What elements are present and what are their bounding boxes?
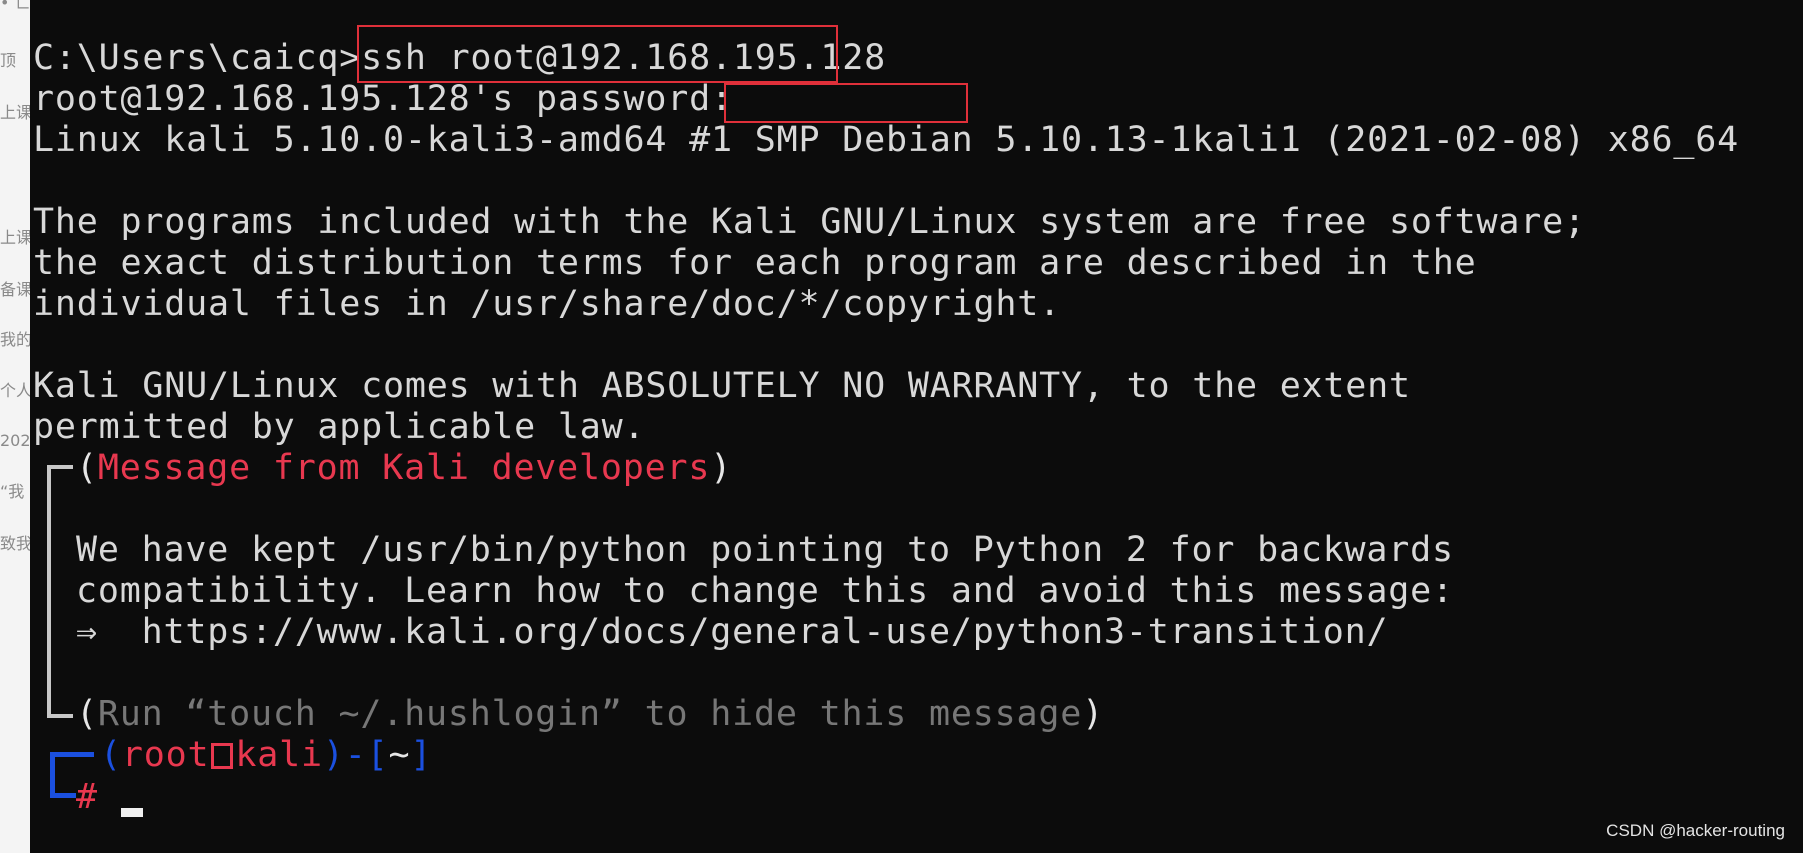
terminal-window[interactable]: C:\Users\caicq>ssh root@192.168.195.128 … — [30, 0, 1803, 853]
message-title: Message from Kali developers — [97, 448, 711, 488]
warranty-line: permitted by applicable law. — [33, 407, 646, 447]
cmd-prompt: C:\Users\caicq> — [33, 38, 362, 78]
prompt-frame-top — [50, 752, 94, 757]
prompt-dir-open: [ — [366, 735, 389, 775]
skull-glyph-icon — [211, 743, 234, 769]
prompt-dir-close: ] — [410, 735, 433, 775]
background-text-fragment: 我的 — [0, 331, 30, 349]
message-paren-open: ( — [76, 448, 98, 488]
hush-paren-open: ( — [76, 694, 98, 734]
watermark: CSDN @hacker-routing — [1606, 821, 1785, 840]
arrow-icon: ⇒ — [76, 612, 98, 652]
hushlogin-hint: Run “touch ~/.hushlogin” to hide this me… — [97, 694, 1083, 734]
prompt-host: kali — [235, 735, 323, 775]
background-text-fragment: 上课 — [0, 104, 30, 122]
prompt-hash: # — [76, 777, 98, 817]
message-frame-bottom — [47, 714, 73, 718]
hush-paren-close: ) — [1082, 694, 1104, 734]
message-body-line: We have kept /usr/bin/python pointing to… — [76, 530, 1454, 570]
message-url-line: ⇒ https://www.kali.org/docs/general-use/… — [76, 612, 1388, 653]
message-body-line: compatibility. Learn how to change this … — [76, 571, 1454, 611]
annotation-box-password — [724, 83, 968, 123]
hushlogin-line: (Run “touch ~/.hushlogin” to hide this m… — [76, 694, 1104, 735]
prompt-dir: ~ — [388, 735, 411, 775]
prompt-dash: - — [344, 735, 367, 775]
warranty-line: Kali GNU/Linux comes with ABSOLUTELY NO … — [33, 366, 1411, 406]
license-line: The programs included with the Kali GNU/… — [33, 202, 1586, 242]
message-frame-left — [47, 465, 51, 718]
message-paren-close: ) — [710, 448, 733, 488]
prompt-frame-bottom — [50, 793, 76, 798]
background-text-fragment: 顶 — [0, 52, 17, 70]
password-prompt: root@192.168.195.128's password — [33, 79, 712, 119]
background-text-fragment: • 亡 — [0, 0, 30, 12]
prompt-paren-close: ) — [322, 735, 345, 775]
background-text-fragment: “我 — [0, 483, 25, 501]
text-cursor — [121, 808, 143, 817]
message-header: (Message from Kali developers) — [76, 448, 732, 489]
background-text-fragment: 致我 — [0, 535, 30, 553]
license-line: the exact distribution terms for each pr… — [33, 243, 1477, 283]
background-text-fragment: 备课 — [0, 281, 30, 299]
shell-prompt-line: (root kali)-[~] — [100, 735, 432, 776]
uname-line: Linux kali 5.10.0-kali3-amd64 #1 SMP Deb… — [33, 120, 1739, 160]
message-url[interactable]: https://www.kali.org/docs/general-use/py… — [142, 612, 1389, 652]
background-text-fragment: 上课 — [0, 229, 30, 247]
prompt-user: root — [121, 735, 210, 775]
background-webpage-strip: • 亡 顶 上课 上课 备课 我的 个人 202 “我 致我 — [0, 0, 31, 853]
license-line: individual files in /usr/share/doc/*/cop… — [33, 284, 1061, 324]
prompt-paren-open: ( — [100, 735, 122, 775]
annotation-box-ssh-command — [357, 25, 838, 83]
background-text-fragment: 202 — [0, 432, 30, 450]
background-text-fragment: 个人 — [0, 382, 30, 400]
screenshot: • 亡 顶 上课 上课 备课 我的 个人 202 “我 致我 C:\Users\… — [0, 0, 1803, 853]
shell-input-line[interactable]: # — [76, 777, 98, 818]
prompt-frame-left — [50, 752, 55, 798]
password-prompt-line: root@192.168.195.128's password: — [33, 79, 733, 120]
message-frame-top — [47, 465, 73, 469]
